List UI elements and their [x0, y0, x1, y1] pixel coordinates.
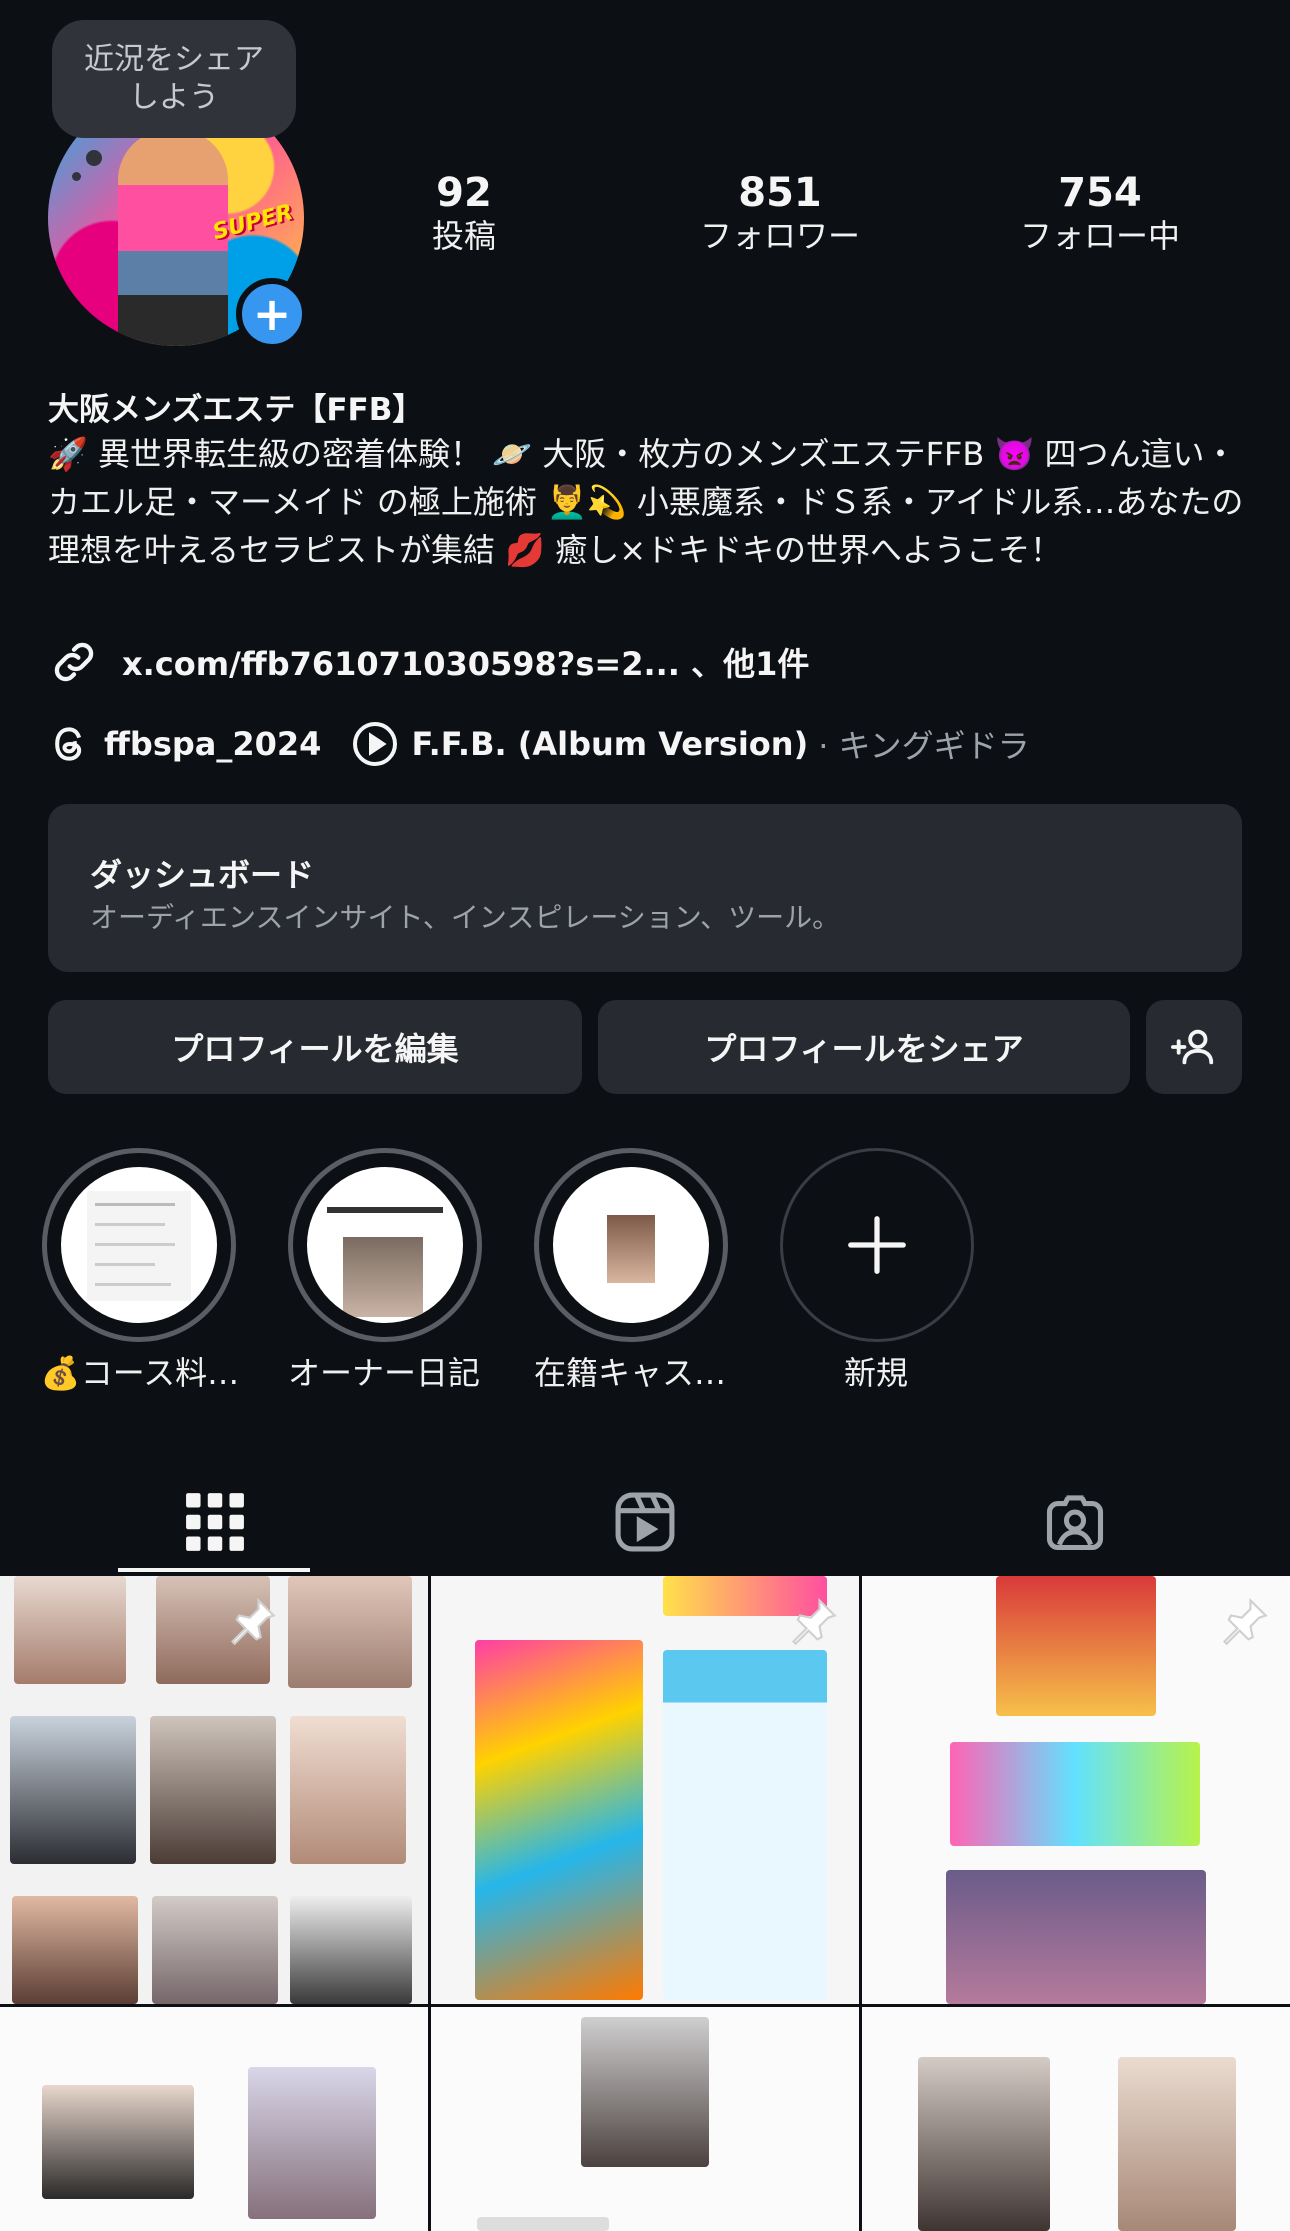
tagged-icon [1041, 1488, 1109, 1556]
pin-icon [226, 1596, 278, 1652]
song-artist: · キングギドラ [818, 727, 1030, 765]
tab-tagged[interactable] [860, 1470, 1290, 1574]
highlight-label: 在籍キャス… [533, 1354, 726, 1392]
following-count: 754 [1058, 170, 1142, 216]
pin-icon [787, 1596, 839, 1652]
link-icon [48, 636, 100, 688]
link-text: x.com/ffb761071030598?s=2... 、他1件 [122, 645, 810, 683]
play-icon[interactable] [351, 720, 399, 768]
profile-bio: 🚀 異世界転生級の密着体験！ 🪐 大阪・枚方のメンズエステFFB 👿 四つん這い… [48, 435, 1244, 569]
followers-count: 851 [738, 170, 822, 216]
note-bubble[interactable]: 近況をシェアしよう [52, 20, 296, 138]
threads-handle[interactable]: ffbspa_2024 [104, 725, 321, 763]
tab-posts[interactable] [0, 1470, 430, 1574]
post-thumbnail[interactable] [431, 1576, 859, 2004]
note-tail [72, 172, 81, 181]
post-thumbnail[interactable] [0, 2007, 428, 2231]
post-thumbnail[interactable] [862, 1576, 1290, 2004]
note-text: 近況をシェアしよう [84, 42, 264, 115]
add-person-icon [1171, 1024, 1217, 1070]
stat-posts[interactable]: 92 投稿 [404, 170, 524, 256]
edit-profile-button[interactable]: プロフィールを編集 [48, 1000, 582, 1094]
highlight-label: オーナー日記 [287, 1354, 480, 1392]
dashboard-card[interactable]: ダッシュボード オーディエンスインサイト、インスピレーション、ツール。 [48, 804, 1242, 972]
meta-row: ffbspa_2024 F.F.B. (Album Version) · キング… [48, 720, 1030, 768]
posts-label: 投稿 [431, 217, 496, 255]
add-story-button[interactable]: + [236, 278, 308, 350]
highlight-cast[interactable] [534, 1148, 728, 1342]
pin-icon [1218, 1596, 1270, 1652]
highlight-label: 新規 [843, 1354, 908, 1392]
dashboard-subtitle: オーディエンスインサイト、インスピレーション、ツール。 [90, 901, 841, 934]
highlight-owner-diary[interactable] [288, 1148, 482, 1342]
highlight-new[interactable] [780, 1148, 974, 1342]
post-thumbnail[interactable] [431, 2007, 859, 2231]
highlight-course[interactable] [42, 1148, 236, 1342]
active-tab-indicator [118, 1568, 310, 1572]
posts-count: 92 [436, 170, 492, 216]
add-person-button[interactable] [1146, 1000, 1242, 1094]
profile-link[interactable]: x.com/ffb761071030598?s=2... 、他1件 [48, 636, 809, 688]
stat-followers[interactable]: 851 フォロワー [680, 170, 880, 256]
posts-grid [0, 1576, 1290, 2231]
reels-icon [611, 1488, 679, 1556]
post-thumbnail[interactable] [862, 2007, 1290, 2231]
dashboard-title: ダッシュボード [90, 856, 315, 894]
share-profile-button[interactable]: プロフィールをシェア [598, 1000, 1130, 1094]
following-label: フォロー中 [1019, 217, 1180, 255]
note-tail [86, 150, 102, 166]
threads-icon[interactable] [48, 722, 92, 766]
tab-reels[interactable] [430, 1470, 860, 1574]
profile-name: 大阪メンズエステ【FFB】 [48, 392, 424, 428]
stat-following[interactable]: 754 フォロー中 [1000, 170, 1200, 256]
plus-icon [842, 1210, 912, 1280]
followers-label: フォロワー [699, 217, 860, 255]
grid-icon [184, 1491, 246, 1553]
song-title[interactable]: F.F.B. (Album Version) [411, 725, 808, 763]
post-thumbnail[interactable] [0, 1576, 428, 2004]
highlight-label: 💰コース料… [40, 1354, 240, 1392]
